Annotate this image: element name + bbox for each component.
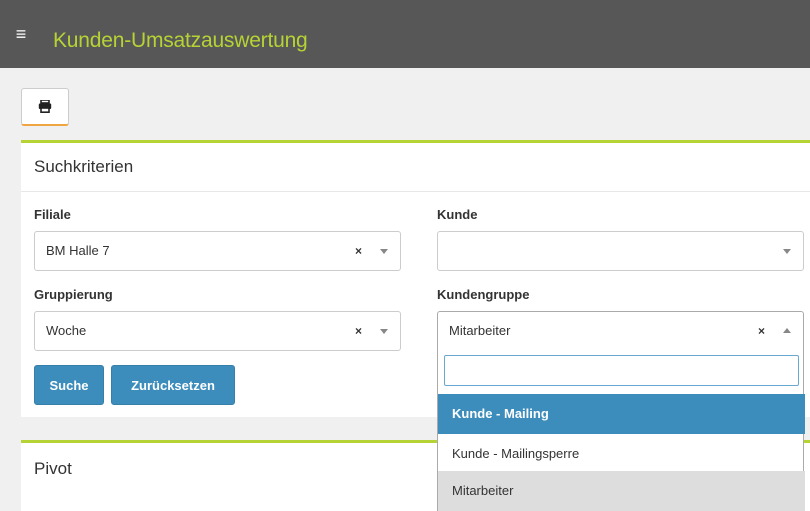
dropdown-search-input[interactable] [444,355,799,386]
kundengruppe-label: Kundengruppe [437,287,530,302]
gruppierung-select[interactable]: Woche × [34,311,401,351]
chevron-down-icon [783,249,791,254]
menu-icon[interactable]: ≡ [6,19,36,49]
kunde-select[interactable] [437,231,804,271]
kunde-label: Kunde [437,207,478,222]
kundengruppe-clear-icon[interactable]: × [758,324,765,338]
reset-button[interactable]: Zurücksetzen [111,365,235,405]
search-panel-title: Suchkriterien [21,143,810,192]
gruppierung-clear-icon[interactable]: × [355,324,362,338]
chevron-down-icon [380,329,388,334]
search-button[interactable]: Suche [34,365,104,405]
filiale-clear-icon[interactable]: × [355,244,362,258]
chevron-up-icon [783,328,791,333]
kundengruppe-value: Mitarbeiter [449,323,511,338]
dropdown-option[interactable]: Kunde - Mailingsperre [438,434,805,474]
dropdown-option[interactable]: Mitarbeiter [438,471,805,511]
print-icon [38,100,52,113]
print-button[interactable] [21,88,69,126]
filiale-select[interactable]: BM Halle 7 × [34,231,401,271]
filiale-label: Filiale [34,207,71,222]
top-bar: ≡ Kunden-Umsatzauswertung [0,0,810,68]
kundengruppe-select[interactable]: Mitarbeiter × [437,311,804,351]
chevron-down-icon [380,249,388,254]
kundengruppe-dropdown: Kunde - Mailing Kunde - Mailingsperre Mi… [437,349,805,511]
gruppierung-value: Woche [46,323,87,338]
filiale-value: BM Halle 7 [46,243,110,258]
page-title: Kunden-Umsatzauswertung [53,29,308,52]
gruppierung-label: Gruppierung [34,287,113,302]
dropdown-option[interactable]: Kunde - Mailing [438,394,805,434]
